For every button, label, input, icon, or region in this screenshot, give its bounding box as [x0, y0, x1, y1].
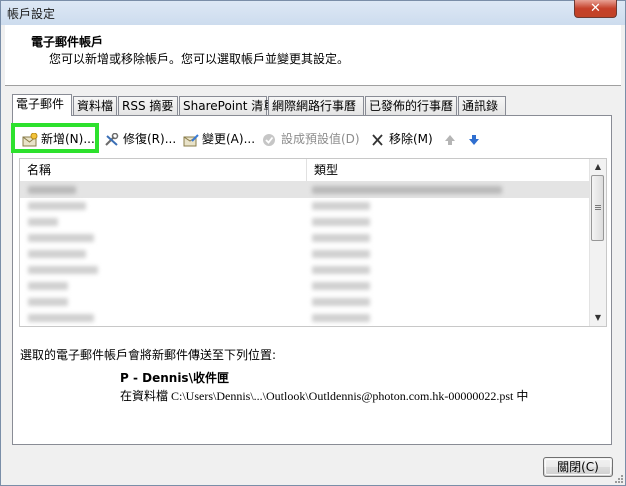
checkmark-circle-icon [262, 133, 278, 147]
list-item[interactable] [20, 310, 590, 326]
scroll-down-button[interactable]: ▼ [590, 310, 606, 326]
tab-published-calendars[interactable]: 已發佈的行事曆 [365, 96, 457, 115]
blurred-name [28, 218, 58, 226]
header-panel: 電子郵件帳戶 您可以新增或移除帳戶。您可以選取帳戶並變更其設定。 [5, 25, 621, 86]
column-header-name[interactable]: 名稱 [20, 159, 307, 181]
blurred-type [312, 218, 370, 226]
resize-grip-icon[interactable] [614, 474, 624, 484]
arrow-up-icon [444, 133, 460, 147]
blurred-name [28, 314, 94, 322]
blurred-name [28, 266, 98, 274]
title-bar: 帳戶設定 ✕ [1, 0, 625, 25]
list-item[interactable] [20, 246, 590, 262]
account-list[interactable]: 名稱 類型 ▲ ▼ [19, 158, 607, 327]
page-title: 電子郵件帳戶 [31, 35, 104, 49]
blurred-type [312, 298, 370, 306]
list-item[interactable] [20, 198, 590, 214]
tab-address-books[interactable]: 通訊錄 [458, 96, 506, 115]
blurred-name [28, 234, 94, 242]
change-account-icon [183, 133, 199, 147]
remove-label: 移除(M) [389, 132, 433, 146]
blurred-name [28, 282, 68, 290]
list-item[interactable] [20, 278, 590, 294]
tab-internet-calendars[interactable]: 網際網路行事曆 [268, 96, 364, 115]
change-label: 變更(A)... [202, 132, 256, 146]
tab-email[interactable]: 電子郵件 [12, 94, 72, 116]
arrow-down-icon [468, 133, 484, 147]
repair-label: 修復(R)... [123, 132, 177, 146]
remove-x-icon [370, 133, 386, 147]
blurred-type [312, 250, 370, 258]
list-item[interactable] [20, 294, 590, 310]
window-title: 帳戶設定 [7, 7, 56, 21]
delivery-mailbox: P - Dennis\收件匣 [120, 371, 229, 385]
close-dialog-button[interactable]: 關閉(C) [543, 457, 613, 477]
blurred-type [312, 282, 370, 290]
list-scrollbar[interactable]: ▲ ▼ [589, 159, 606, 326]
set-default-button[interactable]: 設成預設值(D) [262, 129, 360, 149]
window-close-button[interactable]: ✕ [574, 0, 617, 18]
blurred-type [312, 186, 502, 194]
blurred-name [28, 186, 76, 194]
scroll-thumb[interactable] [591, 175, 604, 241]
page-subtitle: 您可以新增或移除帳戶。您可以選取帳戶並變更其設定。 [49, 52, 350, 66]
blurred-type [312, 314, 370, 322]
blurred-name [28, 202, 86, 210]
change-button[interactable]: 變更(A)... [183, 129, 255, 149]
list-item[interactable] [20, 262, 590, 278]
column-header-type[interactable]: 類型 [307, 159, 590, 181]
blurred-type [312, 202, 370, 210]
tab-data-files[interactable]: 資料檔 [73, 96, 117, 115]
blurred-type [312, 234, 370, 242]
list-item[interactable] [20, 214, 590, 230]
blurred-name [28, 298, 68, 306]
blurred-name [28, 250, 86, 258]
set-default-label: 設成預設值(D) [281, 132, 360, 146]
move-down-button[interactable] [468, 129, 487, 149]
tab-sharepoint-lists[interactable]: SharePoint 清單 [179, 96, 275, 115]
list-item[interactable] [20, 182, 590, 198]
repair-button[interactable]: 修復(R)... [104, 129, 176, 149]
remove-button[interactable]: 移除(M) [370, 129, 433, 149]
scroll-up-button[interactable]: ▲ [590, 159, 606, 175]
move-up-button[interactable] [444, 129, 463, 149]
tools-icon [104, 132, 120, 147]
new-button-highlight [11, 123, 99, 153]
delivery-location-label: 選取的電子郵件帳戶會將新郵件傳送至下列位置: [20, 348, 277, 362]
list-item[interactable] [20, 230, 590, 246]
tab-rss-feeds[interactable]: RSS 摘要 [118, 96, 178, 115]
blurred-type [312, 266, 370, 274]
delivery-file-path: 在資料檔 C:\Users\Dennis\...\Outlook\Outlden… [120, 389, 529, 403]
close-dialog-label: 關閉(C) [557, 460, 599, 474]
